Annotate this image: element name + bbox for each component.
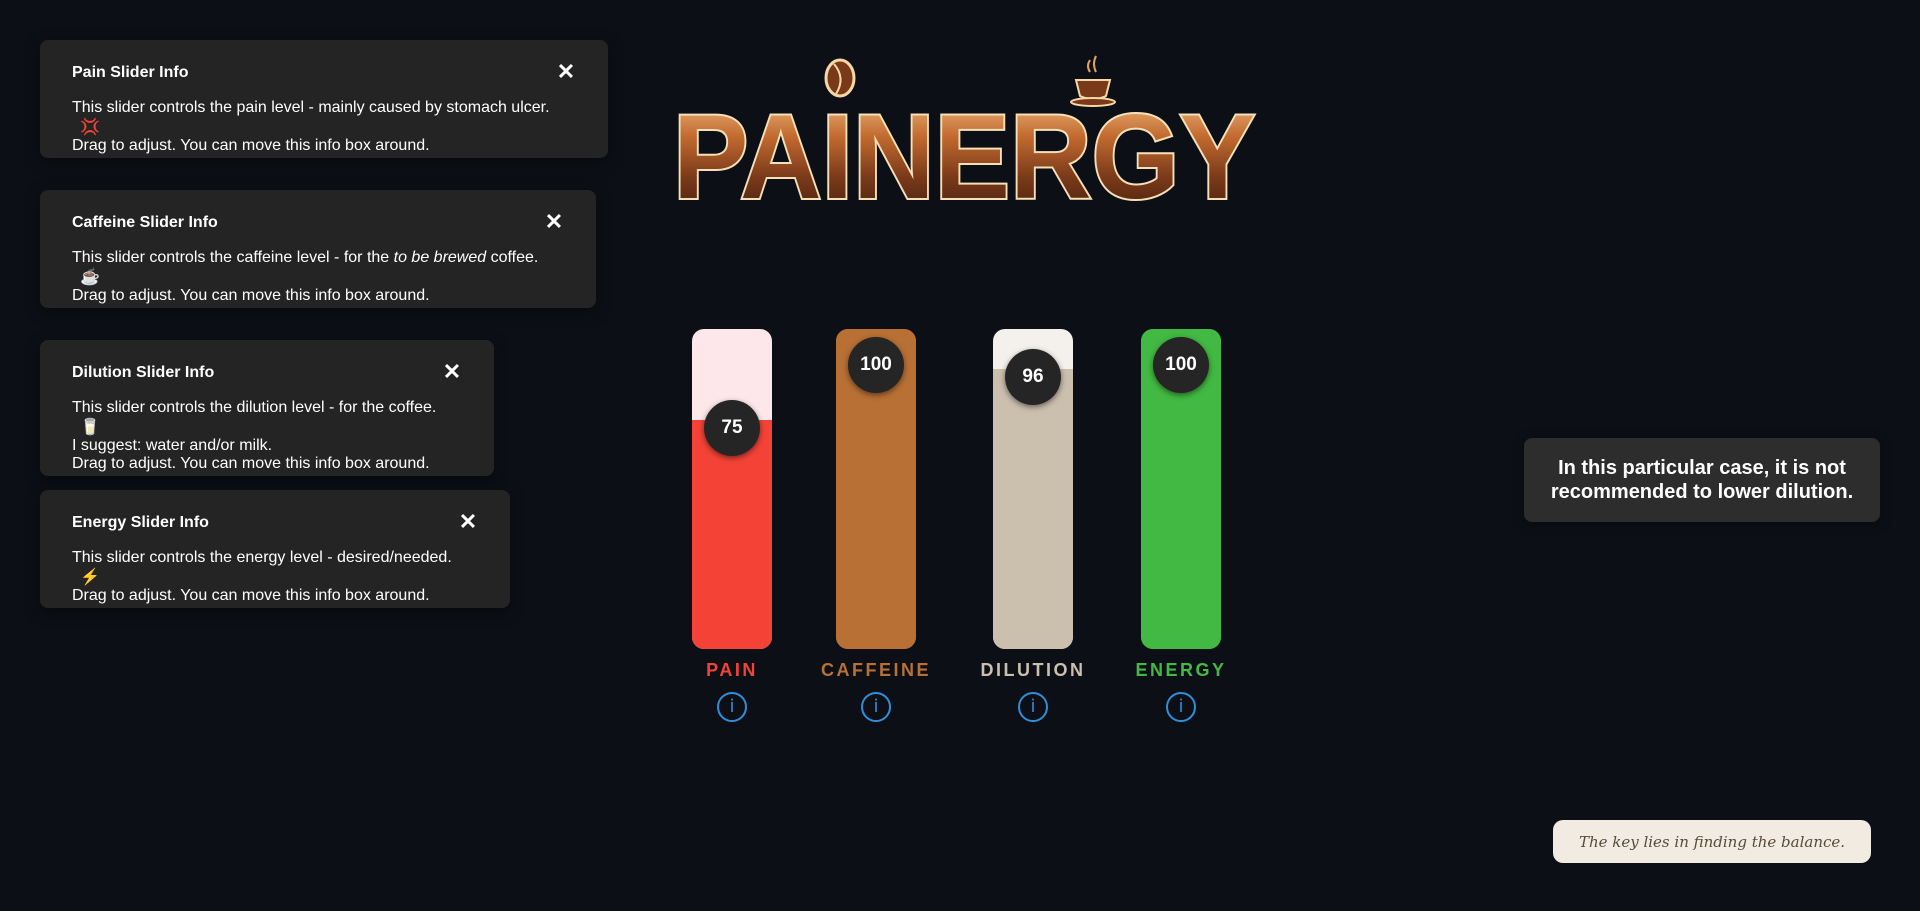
dilution-info-text: This slider controls the dilution level … — [72, 399, 437, 416]
energy-info-title: Energy Slider Info — [72, 514, 209, 531]
caffeine-slider-label: CAFFEINE — [821, 660, 931, 680]
dilution-notice: In this particular case, it is not recom… — [1524, 438, 1880, 522]
dilution-info-box[interactable]: Dilution Slider Info ✕ This slider contr… — [40, 340, 494, 476]
milk-glass-icon: 🥛 — [80, 419, 100, 436]
caffeine-info-icon[interactable]: i — [861, 692, 891, 722]
close-icon[interactable]: ✕ — [544, 211, 564, 233]
caffeine-slider-handle[interactable]: 100 — [848, 337, 904, 393]
close-icon[interactable]: ✕ — [458, 511, 478, 533]
dilution-slider-handle[interactable]: 96 — [1005, 348, 1061, 405]
energy-slider-handle[interactable]: 100 — [1153, 337, 1209, 393]
anger-symbol-icon: 💢 — [80, 119, 100, 136]
close-icon[interactable]: ✕ — [442, 361, 462, 383]
pain-info-icon[interactable]: i — [717, 692, 747, 722]
dilution-info-drag-hint: Drag to adjust. You can move this info b… — [72, 455, 430, 472]
pain-info-text: This slider controls the pain level - ma… — [72, 99, 550, 116]
caffeine-info-drag-hint: Drag to adjust. You can move this info b… — [72, 287, 430, 304]
dilution-slider[interactable]: 96 — [993, 329, 1073, 649]
coffee-cup-icon: ☕ — [80, 269, 100, 286]
close-icon[interactable]: ✕ — [556, 61, 576, 83]
caffeine-info-box[interactable]: Caffeine Slider Info ✕ This slider contr… — [40, 190, 596, 308]
energy-slider[interactable]: 100 — [1141, 329, 1221, 649]
dilution-info-suggestion: I suggest: water and/or milk. — [72, 437, 273, 454]
lightning-icon: ⚡ — [80, 569, 100, 586]
energy-info-text: This slider controls the energy level - … — [72, 549, 452, 566]
pain-slider-handle[interactable]: 75 — [704, 400, 760, 456]
pain-info-box[interactable]: Pain Slider Info ✕ This slider controls … — [40, 40, 608, 158]
caffeine-info-text: This slider controls the caffeine level … — [72, 249, 394, 266]
dilution-info-icon[interactable]: i — [1018, 692, 1048, 722]
energy-slider-label: ENERGY — [1135, 660, 1227, 680]
dilution-info-title: Dilution Slider Info — [72, 364, 215, 381]
caffeine-info-title: Caffeine Slider Info — [72, 214, 218, 231]
energy-info-icon[interactable]: i — [1166, 692, 1196, 722]
pain-info-title: Pain Slider Info — [72, 64, 189, 81]
pain-slider-label: PAIN — [706, 660, 758, 680]
dilution-slider-fill — [993, 368, 1073, 649]
caffeine-info-text-end: coffee. — [486, 249, 539, 266]
energy-info-box[interactable]: Energy Slider Info ✕ This slider control… — [40, 490, 510, 608]
caffeine-slider[interactable]: 100 — [836, 329, 916, 649]
pain-slider[interactable]: 75 — [692, 329, 772, 649]
energy-info-drag-hint: Drag to adjust. You can move this info b… — [72, 587, 430, 604]
painergy-logo: PAINERGY — [671, 55, 1257, 210]
pain-info-drag-hint: Drag to adjust. You can move this info b… — [72, 137, 430, 154]
dilution-slider-label: DILUTION — [980, 660, 1086, 680]
logo-text: PAINERGY — [673, 90, 1255, 210]
balance-note: The key lies in finding the balance. — [1553, 820, 1871, 863]
caffeine-info-emphasis: to be brewed — [393, 249, 487, 266]
